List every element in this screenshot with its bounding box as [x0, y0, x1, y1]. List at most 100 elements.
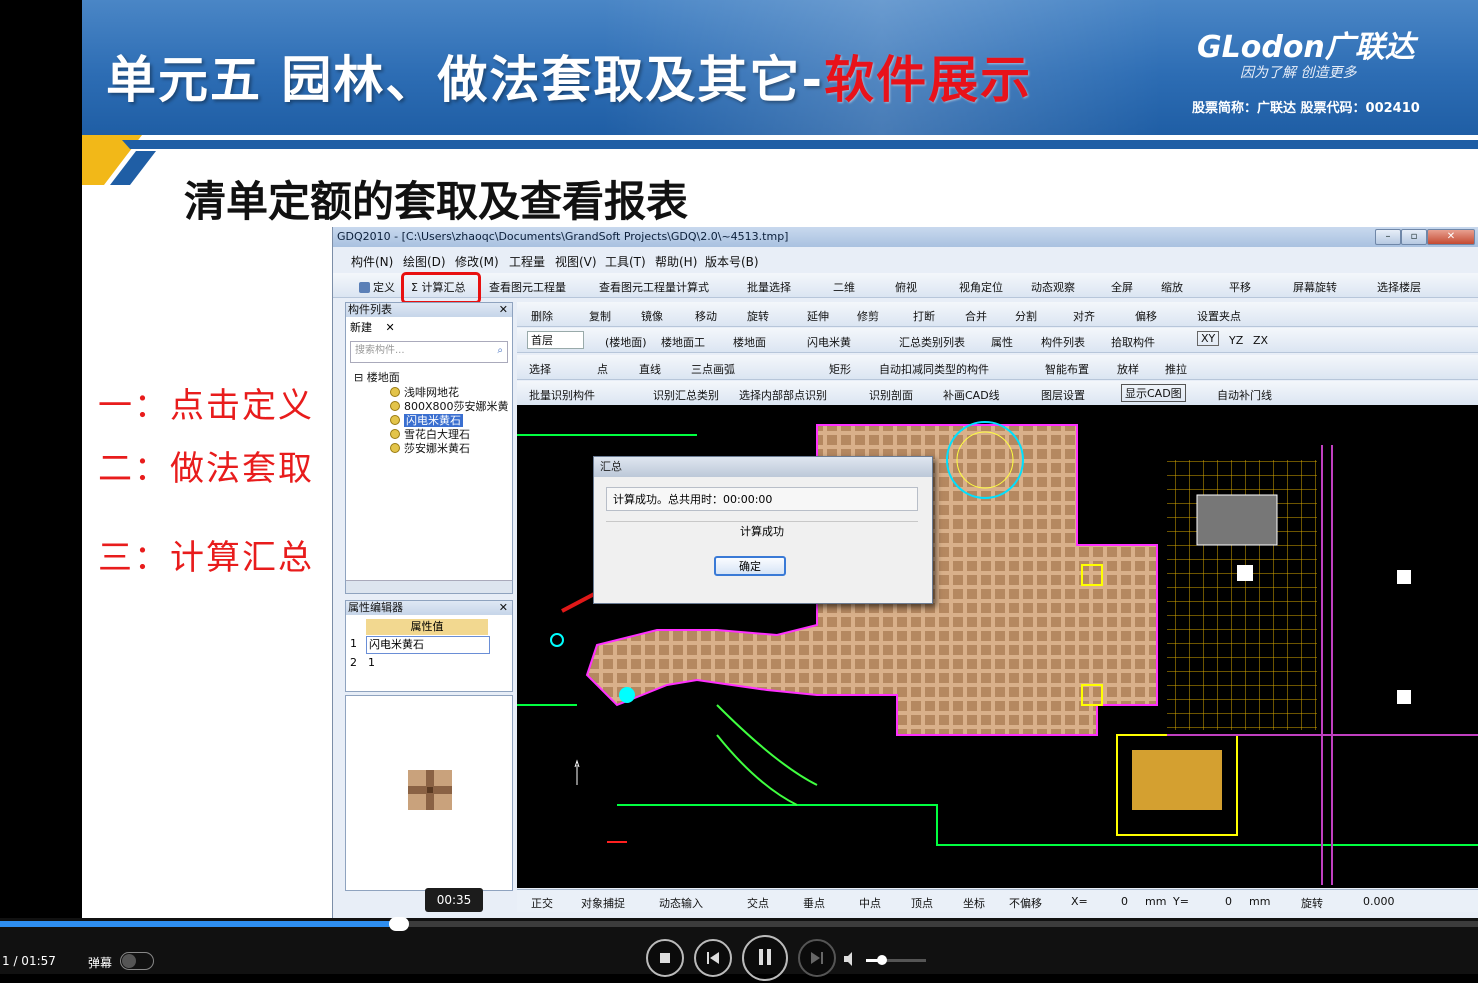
volume-icon[interactable]: [842, 951, 858, 967]
point-tool-button[interactable]: 点: [597, 361, 608, 377]
view-position-button[interactable]: 视角定位: [959, 279, 1003, 295]
previous-button[interactable]: [694, 939, 732, 977]
snap-coordinate[interactable]: 坐标: [963, 895, 985, 911]
push-pull-button[interactable]: 推拉: [1165, 361, 1187, 377]
component-list-button[interactable]: 构件列表: [1041, 334, 1085, 350]
layer-settings-button[interactable]: 图层设置: [1041, 387, 1085, 403]
category-select[interactable]: 楼地面: [733, 334, 766, 350]
menu-draw[interactable]: 绘图(D): [403, 253, 446, 270]
pan-button[interactable]: 平移: [1229, 279, 1251, 295]
pick-component-button[interactable]: 拾取构件: [1111, 334, 1155, 350]
snap-midpoint[interactable]: 中点: [859, 895, 881, 911]
rotate-angle-input[interactable]: 0.000: [1363, 895, 1395, 908]
panel-close-icon[interactable]: ✕: [499, 601, 508, 615]
merge-button[interactable]: 合并: [965, 308, 987, 324]
loft-button[interactable]: 放样: [1117, 361, 1139, 377]
rotate-checkbox[interactable]: 旋转: [1301, 895, 1323, 911]
set-grip-button[interactable]: 设置夹点: [1197, 308, 1241, 324]
snap-perpendicular[interactable]: 垂点: [803, 895, 825, 911]
batch-identify-button[interactable]: 批量识别构件: [529, 387, 595, 403]
smart-layout-button[interactable]: 智能布置: [1045, 361, 1089, 377]
view-element-formula-button[interactable]: 查看图元工程量计算式: [599, 279, 709, 295]
x-value-input[interactable]: 0: [1121, 895, 1128, 908]
rectangle-tool-button[interactable]: 矩形: [829, 361, 851, 377]
zx-plane-button[interactable]: ZX: [1253, 334, 1268, 347]
extend-button[interactable]: 延伸: [807, 308, 829, 324]
minimize-button[interactable]: –: [1375, 229, 1401, 245]
snap-intersection[interactable]: 交点: [747, 895, 769, 911]
identify-summary-button[interactable]: 识别汇总类别: [653, 387, 719, 403]
rotate-screen-button[interactable]: 屏幕旋转: [1293, 279, 1337, 295]
menu-tools[interactable]: 工具(T): [605, 253, 646, 270]
break-button[interactable]: 打断: [913, 308, 935, 324]
delete-button[interactable]: 删除: [531, 308, 553, 324]
yz-plane-button[interactable]: YZ: [1229, 334, 1243, 347]
dialog-ok-button[interactable]: 确定: [714, 556, 786, 576]
new-component-button[interactable]: 新建: [350, 321, 372, 334]
align-button[interactable]: 对齐: [1073, 308, 1095, 324]
auto-door-line-button[interactable]: 自动补门线: [1217, 387, 1272, 403]
floor-select[interactable]: 首层: [527, 331, 584, 349]
type-select[interactable]: (楼地面): [605, 334, 647, 350]
danmaku-toggle[interactable]: [120, 952, 154, 970]
copy-button[interactable]: 复制: [589, 308, 611, 324]
fullscreen-button[interactable]: 全屏: [1111, 279, 1133, 295]
dynamic-view-button[interactable]: 动态观察: [1031, 279, 1075, 295]
mirror-button[interactable]: 镜像: [641, 308, 663, 324]
zoom-button[interactable]: 缩放: [1161, 279, 1183, 295]
fill-cad-line-button[interactable]: 补画CAD线: [943, 387, 1000, 403]
properties-button[interactable]: 属性: [991, 334, 1013, 350]
property-value-cell[interactable]: 1: [368, 656, 375, 669]
progress-knob[interactable]: [389, 917, 410, 931]
component-list-scrollbar[interactable]: [346, 580, 512, 593]
top-view-button[interactable]: 俯视: [895, 279, 917, 295]
select-floor-button[interactable]: 选择楼层: [1377, 279, 1421, 295]
y-value-input[interactable]: 0: [1225, 895, 1232, 908]
trim-button[interactable]: 修剪: [857, 308, 879, 324]
ortho-toggle[interactable]: 正交: [531, 895, 553, 911]
pause-button[interactable]: [742, 935, 788, 981]
dynamic-input-toggle[interactable]: 动态输入: [659, 895, 703, 911]
identify-section-button[interactable]: 识别剖面: [869, 387, 913, 403]
menu-modify[interactable]: 修改(M): [455, 253, 499, 270]
delete-component-icon[interactable]: ✕: [386, 321, 395, 334]
property-value-cell[interactable]: 闪电米黄石: [366, 636, 490, 654]
tree-item[interactable]: 莎安娜米黄石: [390, 440, 470, 456]
close-button[interactable]: ✕: [1427, 229, 1475, 245]
select-tool-button[interactable]: 选择: [529, 361, 551, 377]
offset-mode-select[interactable]: 不偏移: [1009, 895, 1042, 911]
line-tool-button[interactable]: 直线: [639, 361, 661, 377]
batch-select-button[interactable]: 批量选择: [747, 279, 791, 295]
2d-view-button[interactable]: 二维: [833, 279, 855, 295]
volume-knob[interactable]: [877, 955, 887, 965]
rotate-button[interactable]: 旋转: [747, 308, 769, 324]
tree-root-floor[interactable]: ⊟ 楼地面: [354, 369, 400, 385]
view-element-quantity-button[interactable]: 查看图元工程量: [489, 279, 566, 295]
auto-deduct-checkbox[interactable]: 自动扣减同类型的构件: [879, 361, 989, 377]
menu-view[interactable]: 视图(V): [555, 253, 597, 270]
next-button[interactable]: [798, 939, 836, 977]
offset-button[interactable]: 偏移: [1135, 308, 1157, 324]
show-cad-button[interactable]: 显示CAD图: [1121, 384, 1186, 402]
split-button[interactable]: 分割: [1015, 308, 1037, 324]
menu-help[interactable]: 帮助(H): [655, 253, 697, 270]
component-search-input[interactable]: 搜索构件... ⌕: [350, 341, 508, 363]
select-internal-identify-button[interactable]: 选择内部部点识别: [739, 387, 827, 403]
summary-category-list-button[interactable]: 汇总类别列表: [899, 334, 965, 350]
snap-vertex[interactable]: 顶点: [911, 895, 933, 911]
subtype-select[interactable]: 楼地面工: [661, 334, 705, 350]
maximize-button[interactable]: ▫: [1401, 229, 1427, 245]
menu-quantity[interactable]: 工程量: [509, 253, 545, 270]
component-select[interactable]: 闪电米黄: [807, 334, 851, 350]
search-icon[interactable]: ⌕: [497, 342, 503, 360]
define-button[interactable]: 定义: [359, 279, 395, 295]
cad-canvas[interactable]: 汇总 计算成功。总共用时：00:00:00 计算成功 确定: [517, 405, 1478, 888]
arc-tool-button[interactable]: 三点画弧: [691, 361, 735, 377]
stop-button[interactable]: [646, 939, 684, 977]
menu-version[interactable]: 版本号(B): [705, 253, 759, 270]
menu-component[interactable]: 构件(N): [351, 253, 393, 270]
object-snap-toggle[interactable]: 对象捕捉: [581, 895, 625, 911]
xy-plane-button[interactable]: XY: [1197, 331, 1220, 346]
panel-close-icon[interactable]: ✕: [499, 303, 508, 317]
move-button[interactable]: 移动: [695, 308, 717, 324]
